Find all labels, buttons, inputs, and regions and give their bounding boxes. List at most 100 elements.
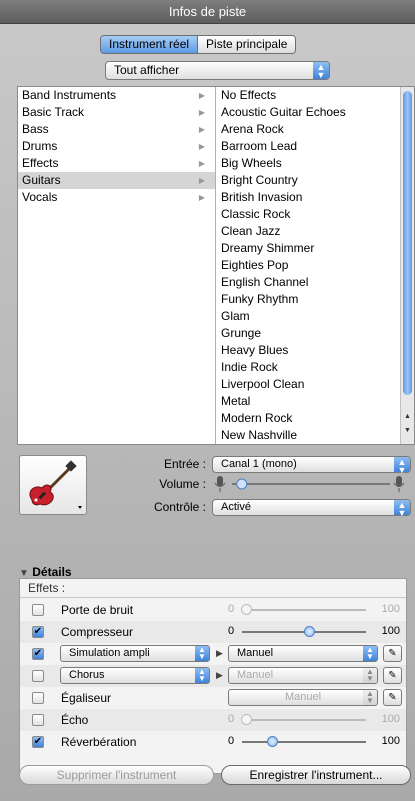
- preset-item[interactable]: No Effects: [217, 87, 400, 104]
- input-value: Canal 1 (mono): [221, 458, 297, 470]
- preset-item[interactable]: English Channel: [217, 274, 400, 291]
- preset-item[interactable]: New Nashville: [217, 427, 400, 444]
- effect-row-reverb: ✔ Réverbération 0 100: [20, 731, 406, 753]
- edit-pencil-icon[interactable]: ✎: [383, 645, 402, 662]
- preset-item[interactable]: Acoustic Guitar Echoes: [217, 104, 400, 121]
- preset-item[interactable]: Dreamy Shimmer: [217, 240, 400, 257]
- edit-pencil-icon[interactable]: ✎: [383, 667, 402, 684]
- disclosure-arrow-icon: ▶: [198, 176, 205, 185]
- input-label: Entrée :: [163, 457, 206, 471]
- category-item[interactable]: Bass ▶: [18, 121, 215, 138]
- monitor-value: Activé: [221, 501, 251, 513]
- popup-arrows-icon: ▲ ▼: [313, 62, 329, 80]
- preset-item[interactable]: Funky Rhythm: [217, 291, 400, 308]
- noise-gate-checkbox[interactable]: [32, 604, 44, 616]
- preset-item[interactable]: Bright Country: [217, 172, 400, 189]
- reverb-checkbox[interactable]: ✔: [32, 736, 44, 748]
- effect-row-noise-gate: Porte de bruit 0 100: [20, 599, 406, 621]
- noise-gate-slider[interactable]: 0 100: [228, 599, 404, 621]
- effect-name: Compresseur: [61, 625, 134, 639]
- preset-item[interactable]: Metal: [217, 393, 400, 410]
- preset-item[interactable]: Arena Rock: [217, 121, 400, 138]
- volume-label: Volume :: [159, 477, 206, 491]
- instrument-browser: Band Instruments ▶ Basic Track ▶ Bass ▶ Dru…: [17, 86, 415, 445]
- preset-item[interactable]: Indie Rock: [217, 359, 400, 376]
- echo-checkbox[interactable]: [32, 714, 44, 726]
- popup-arrows-icon: ▲ ▼: [195, 646, 209, 661]
- volume-knob[interactable]: [236, 478, 248, 490]
- play-triangle-icon: ▶: [216, 670, 223, 680]
- preset-item[interactable]: Liverpool Clean: [217, 376, 400, 393]
- edit-pencil-icon[interactable]: ✎: [383, 689, 402, 706]
- details-disclosure[interactable]: ▼ Détails: [19, 565, 72, 579]
- slider-knob[interactable]: [304, 626, 316, 637]
- category-item[interactable]: Basic Track ▶: [18, 104, 215, 121]
- volume-slider[interactable]: [212, 474, 411, 494]
- electric-guitar-icon: [29, 460, 82, 509]
- amp-sim-effect-popup[interactable]: Simulation ampli ▲ ▼: [60, 645, 210, 662]
- echo-slider[interactable]: 0 100: [228, 709, 404, 731]
- input-popup[interactable]: Canal 1 (mono) ▲ ▼: [212, 456, 411, 475]
- compressor-slider[interactable]: 0 100: [228, 621, 404, 643]
- disclosure-arrow-icon: ▶: [198, 91, 205, 100]
- equalizer-checkbox[interactable]: [32, 692, 44, 704]
- preset-item[interactable]: Glam: [217, 308, 400, 325]
- monitor-label: Contrôle :: [153, 500, 206, 514]
- scroll-thumb[interactable]: [403, 91, 412, 395]
- category-item-selected[interactable]: Guitars ▶: [18, 172, 215, 189]
- disclosure-arrow-icon: ▶: [198, 159, 205, 168]
- chorus-checkbox[interactable]: [32, 670, 44, 682]
- chorus-effect-popup[interactable]: Chorus ▲ ▼: [60, 667, 210, 684]
- slider-knob[interactable]: [240, 604, 252, 615]
- effect-row-echo: Écho 0 100: [20, 709, 406, 731]
- scroll-down-arrow-icon[interactable]: ▼: [401, 427, 414, 434]
- details-label: Détails: [32, 565, 72, 579]
- compressor-checkbox[interactable]: ✔: [32, 626, 44, 638]
- disclosure-arrow-icon: ▶: [198, 125, 205, 134]
- play-triangle-icon: ▶: [216, 648, 223, 658]
- category-item[interactable]: Band Instruments ▶: [18, 87, 215, 104]
- delete-instrument-button[interactable]: Supprimer l'instrument: [19, 765, 214, 785]
- chorus-preset-popup[interactable]: Manuel ▲ ▼: [228, 667, 378, 684]
- scroll-up-arrow-icon[interactable]: ▲: [401, 413, 414, 420]
- preset-item[interactable]: Classic Rock: [217, 206, 400, 223]
- effect-name: Écho: [61, 713, 89, 727]
- preset-item[interactable]: Barroom Lead: [217, 138, 400, 155]
- disclosure-arrow-icon: ▶: [198, 193, 205, 202]
- popup-arrows-icon: ▲ ▼: [195, 668, 209, 683]
- effects-panel: Effets : Porte de bruit 0 100 ✔ Compress…: [19, 578, 407, 774]
- amp-sim-checkbox[interactable]: ✔: [32, 648, 44, 660]
- slider-knob[interactable]: [240, 714, 252, 725]
- instrument-icon-button[interactable]: [19, 455, 87, 515]
- save-instrument-button[interactable]: Enregistrer l'instrument...: [221, 765, 411, 785]
- preset-item[interactable]: Big Wheels: [217, 155, 400, 172]
- disclosure-arrow-icon: ▶: [198, 108, 205, 117]
- equalizer-preset-popup[interactable]: Manuel ▲ ▼: [228, 689, 378, 706]
- preset-item[interactable]: Eighties Pop: [217, 257, 400, 274]
- tab-master-track[interactable]: Piste principale: [197, 36, 296, 53]
- preset-item[interactable]: Heavy Blues: [217, 342, 400, 359]
- popup-arrows-icon: ▲ ▼: [363, 646, 377, 661]
- preset-item[interactable]: Clean Jazz: [217, 223, 400, 240]
- reverb-slider[interactable]: 0 100: [228, 731, 404, 753]
- slider-knob[interactable]: [267, 736, 278, 747]
- category-item[interactable]: Effects ▶: [18, 155, 215, 172]
- preset-item[interactable]: Modern Rock: [217, 410, 400, 427]
- effect-row-amp-sim: ✔ Simulation ampli ▲ ▼ ▶ Manuel ▲ ▼ ✎: [20, 643, 406, 665]
- effect-name: Porte de bruit: [61, 603, 134, 617]
- effect-name: Réverbération: [61, 735, 137, 749]
- preset-scrollbar[interactable]: ▲ ▼: [400, 87, 414, 444]
- monitor-popup[interactable]: Activé ▲ ▼: [212, 499, 411, 518]
- preset-column: No Effects Acoustic Guitar Echoes Arena …: [217, 87, 400, 444]
- tab-real-instrument[interactable]: Instrument réel: [101, 36, 198, 53]
- filter-popup[interactable]: Tout afficher ▲ ▼: [105, 61, 330, 80]
- effects-header: Effets :: [20, 579, 406, 598]
- popup-arrows-icon: ▲ ▼: [363, 668, 377, 683]
- category-item[interactable]: Drums ▶: [18, 138, 215, 155]
- window-title: Infos de piste: [0, 0, 415, 24]
- preset-item[interactable]: British Invasion: [217, 189, 400, 206]
- amp-sim-preset-popup[interactable]: Manuel ▲ ▼: [228, 645, 378, 662]
- preset-item[interactable]: Grunge: [217, 325, 400, 342]
- category-item[interactable]: Vocals ▶: [18, 189, 215, 206]
- disclosure-arrow-icon: ▶: [198, 142, 205, 151]
